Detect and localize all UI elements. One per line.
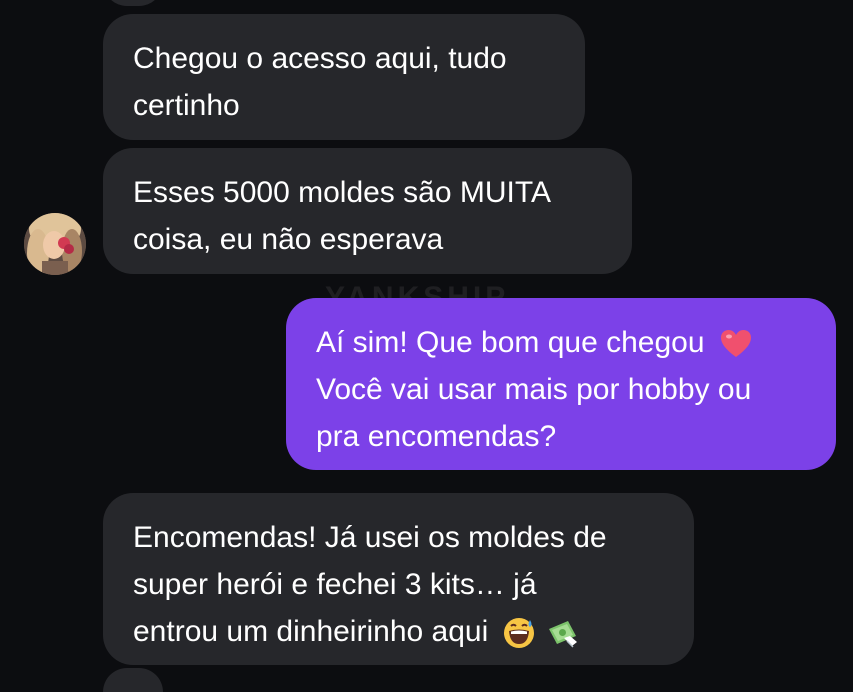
message-bubble-outgoing[interactable]: Aí sim! Que bom que chegou Você vai usar…: [286, 298, 836, 470]
message-text-line: Chegou o acesso aqui, tudo: [133, 42, 507, 75]
message-bubble-incoming[interactable]: Encomendas! Já usei os moldes de super h…: [103, 493, 694, 665]
message-bubble-incoming[interactable]: Esses 5000 moldes são MUITA coisa, eu nã…: [103, 148, 632, 274]
contact-avatar[interactable]: [24, 213, 86, 275]
next-message-bubble-edge: [103, 668, 163, 692]
message-text: Aí sim! Que bom que chegou: [316, 326, 705, 359]
message-text-line: Aí sim! Que bom que chegou: [316, 319, 806, 366]
message-text-line: certinho: [133, 89, 240, 122]
message-text-line: Encomendas! Já usei os moldes de: [133, 521, 607, 554]
message-text-line: pra encomendas?: [316, 420, 557, 453]
message-text-line: super herói e fechei 3 kits… já: [133, 568, 537, 601]
avatar-photo: [24, 213, 86, 275]
money-with-wings-emoji-icon: [546, 616, 580, 650]
message-text-line: coisa, eu não esperava: [133, 223, 444, 256]
message-text-line: Você vai usar mais por hobby ou: [316, 373, 752, 406]
heart-emoji-icon: [719, 327, 753, 361]
message-text-line: Esses 5000 moldes são MUITA: [133, 176, 551, 209]
grinning-sweat-emoji-icon: [502, 616, 536, 650]
message-text-line: entrou um dinheirinho aqui: [133, 608, 664, 655]
message-bubble-incoming[interactable]: Chegou o acesso aqui, tudo certinho: [103, 14, 585, 140]
previous-message-bubble-edge: [103, 0, 163, 6]
watermark: YANKSHIP: [325, 283, 625, 299]
message-text: entrou um dinheirinho aqui: [133, 615, 489, 648]
